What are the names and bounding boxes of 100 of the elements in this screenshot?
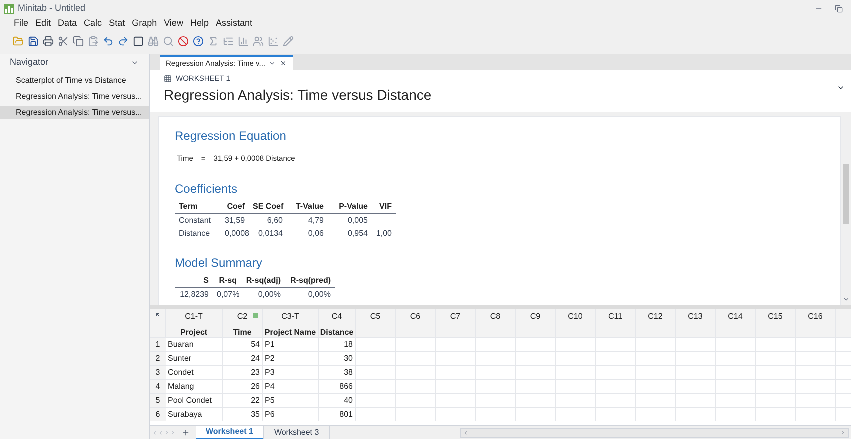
column-name[interactable]: Project xyxy=(180,327,208,339)
table-cell: 22 xyxy=(223,394,263,407)
scrollbar[interactable] xyxy=(460,428,849,438)
column-id[interactable]: C3-T xyxy=(282,311,300,323)
printer-icon[interactable] xyxy=(43,36,54,46)
menu-item[interactable]: Assistant xyxy=(216,17,252,31)
column-header: Coef xyxy=(226,201,246,214)
table-cell: 866 xyxy=(319,380,356,393)
dropdown-icon[interactable] xyxy=(837,84,845,92)
first-sheet-icon[interactable] xyxy=(152,430,158,436)
table-cell: Condet xyxy=(166,366,223,379)
table-cell: P4 xyxy=(263,380,319,393)
save-icon[interactable] xyxy=(28,36,39,46)
table-cell: 38 xyxy=(319,366,356,379)
navigator-title: Navigator xyxy=(10,56,49,70)
row-number: 3 xyxy=(150,366,166,379)
menu-item[interactable]: Stat xyxy=(109,17,126,31)
navigator-item[interactable]: Regression Analysis: Time versus... xyxy=(0,90,149,103)
last-sheet-icon[interactable] xyxy=(170,430,176,436)
column-name[interactable]: Time xyxy=(233,327,252,339)
restore-icon[interactable] xyxy=(835,4,843,12)
window-icon[interactable] xyxy=(133,36,144,46)
table-cell: 35 xyxy=(223,408,263,421)
column-name[interactable]: Distance xyxy=(320,327,354,339)
row-number: 5 xyxy=(150,394,166,407)
column-id[interactable]: C4 xyxy=(332,311,342,323)
row-number: 4 xyxy=(150,380,166,393)
column-id[interactable]: C5 xyxy=(370,311,381,323)
table-cell-text: 0,06 xyxy=(307,228,325,240)
cancel-icon[interactable] xyxy=(178,36,189,46)
table-cell-text: 0,0008 xyxy=(224,228,249,240)
column-id[interactable]: C6 xyxy=(410,311,421,323)
table-cell: 801 xyxy=(319,408,356,421)
column-header: S xyxy=(202,275,210,288)
scroll-right-icon[interactable] xyxy=(840,430,846,436)
table-cell: P3 xyxy=(263,366,319,379)
cut-icon[interactable] xyxy=(58,36,69,46)
menu-item[interactable]: Calc xyxy=(84,17,102,31)
column-id[interactable]: C2 xyxy=(237,311,248,323)
close-icon[interactable] xyxy=(280,60,288,67)
menu-item[interactable]: View xyxy=(164,17,184,31)
scatter-icon[interactable] xyxy=(268,36,279,46)
chart-icon[interactable] xyxy=(238,36,249,46)
people-icon[interactable] xyxy=(253,36,264,46)
scroll-left-icon[interactable] xyxy=(463,430,470,436)
folder-icon[interactable] xyxy=(13,36,24,46)
column-id[interactable]: C7 xyxy=(450,311,461,323)
navigator-item[interactable]: Scatterplot of Time vs Distance xyxy=(0,74,149,87)
table-cell-text: 0,00% xyxy=(257,289,282,302)
section-heading: Model Summary xyxy=(175,255,264,272)
table-cell: P5 xyxy=(263,394,319,407)
column-id[interactable]: C14 xyxy=(728,311,743,323)
menu-item[interactable]: Help xyxy=(190,17,209,31)
next-sheet-icon[interactable] xyxy=(164,430,170,436)
add-sheet-icon[interactable] xyxy=(182,428,190,436)
table-cell: P2 xyxy=(263,352,319,365)
table-cell: Sunter xyxy=(166,352,223,365)
menu-item[interactable]: Graph xyxy=(132,17,158,31)
copy-icon[interactable] xyxy=(73,36,84,46)
column-id[interactable]: C12 xyxy=(648,311,663,323)
column-id[interactable]: C15 xyxy=(768,311,783,323)
binoculars-icon[interactable] xyxy=(148,36,159,46)
column-id[interactable]: C11 xyxy=(608,311,623,323)
previous-sheet-icon[interactable] xyxy=(158,430,164,436)
list-icon[interactable] xyxy=(223,36,234,46)
window-title: Minitab - Untitled xyxy=(18,2,86,15)
sheet-tab[interactable]: Worksheet 1 xyxy=(196,426,264,439)
table-cell: Surabaya xyxy=(166,408,223,421)
menu-item[interactable]: File xyxy=(14,17,29,31)
undo-icon[interactable] xyxy=(103,36,114,46)
section-heading: Regression Equation xyxy=(175,128,288,145)
column-id[interactable]: C8 xyxy=(490,311,501,323)
sheet-tab[interactable]: Worksheet 3 xyxy=(264,426,330,439)
table-cell: 30 xyxy=(319,352,356,365)
sigma-icon[interactable] xyxy=(208,36,219,46)
menu-item[interactable]: Data xyxy=(58,17,78,31)
navigator-item[interactable]: Regression Analysis: Time versus... xyxy=(0,106,149,119)
column-id[interactable]: C9 xyxy=(530,311,541,323)
arrow-icon[interactable] xyxy=(154,312,160,318)
help-icon[interactable] xyxy=(193,36,204,46)
table-cell-text: Distance xyxy=(178,228,212,240)
row-number: 1 xyxy=(150,338,166,351)
pencil-icon[interactable] xyxy=(283,36,294,46)
column-id[interactable]: C10 xyxy=(568,311,583,323)
column-id[interactable]: C1-T xyxy=(185,311,203,323)
redo-icon[interactable] xyxy=(118,36,129,46)
scroll-down-icon[interactable] xyxy=(842,296,850,303)
column-header: R-sq(adj) xyxy=(245,275,282,288)
column-name[interactable]: Project Name xyxy=(264,327,316,339)
table-cell-text: 0,954 xyxy=(346,228,369,240)
menu-item[interactable]: Edit xyxy=(36,17,52,31)
search-icon[interactable] xyxy=(163,36,174,46)
report-title: Regression Analysis: Time versus Distance xyxy=(164,86,433,106)
table-cell-text: 0,00% xyxy=(307,289,332,302)
table-cell: 26 xyxy=(223,380,263,393)
column-id[interactable]: C13 xyxy=(688,311,703,323)
column-id[interactable]: C16 xyxy=(808,311,823,323)
table-cell-text: 0,0134 xyxy=(258,228,284,240)
paste-icon[interactable] xyxy=(88,36,99,46)
table-cell-text: 6,60 xyxy=(266,215,284,228)
